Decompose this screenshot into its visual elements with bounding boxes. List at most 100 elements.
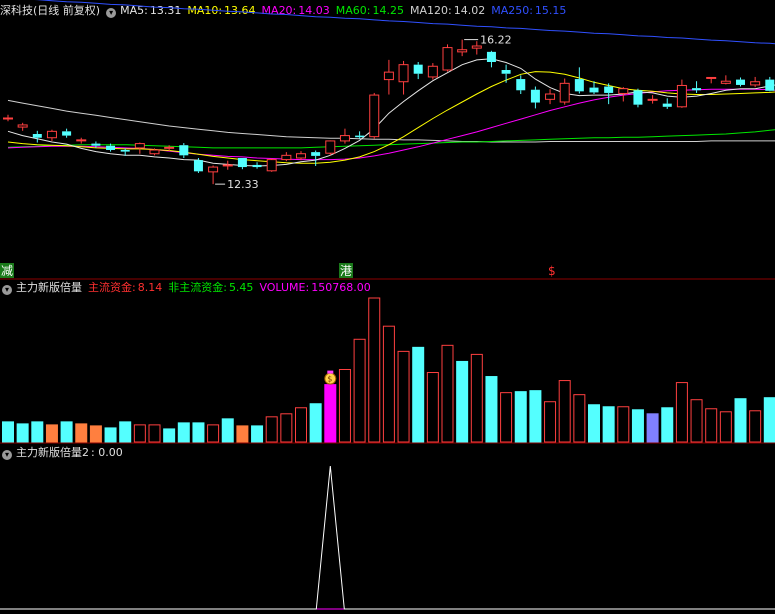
candle-body [339,135,350,142]
volume-bar [602,406,615,443]
candle-body [91,143,101,146]
candle-body [530,89,540,103]
candle-body [633,90,643,105]
candle-body [516,79,526,91]
volume-bar [544,401,557,443]
candle [736,77,745,87]
candle-body [3,117,13,120]
volume-bar [456,360,469,443]
candle-body [237,158,247,168]
volume-bar [324,384,337,443]
candle-body [706,76,717,79]
candle-body [574,79,584,92]
volume-bar [441,344,454,443]
candle [545,89,556,105]
volume-bar [221,418,234,443]
volume-bar [338,368,351,443]
candle [222,160,233,170]
candle-body [46,130,57,139]
candle [296,151,306,161]
volume-bar [2,421,14,443]
volume-bar [529,390,542,443]
volume-bar [470,353,483,443]
candle-body [676,84,687,108]
candle-body [17,124,28,128]
volume-bar [177,422,190,443]
volume-bar [75,423,88,443]
candle-body [662,103,672,107]
event-marker: 港 [339,263,353,278]
volume-bar [60,421,73,443]
candle [237,158,247,170]
candle-body [193,160,203,172]
candle [559,78,570,105]
candle [647,95,658,104]
candle [383,59,394,95]
candle [750,76,761,88]
candle-body [106,145,116,150]
volume-bar [236,425,249,443]
candle-body [32,134,42,138]
candle-body [647,98,658,101]
candle [501,64,511,83]
candle-body [281,154,292,161]
candle [3,114,13,122]
candle-body [750,81,761,86]
candle-body [62,131,72,136]
candle [76,137,87,144]
volume-bar [368,297,381,443]
candle [457,39,468,57]
volume-bar [705,408,718,443]
candle-body [736,79,745,85]
candle-body [765,79,775,91]
candle-body [692,88,702,91]
volume-bar [588,404,600,443]
candle-body [457,49,468,53]
volume-bar [675,382,688,443]
chart-canvas[interactable]: 16.22 12.33 减 港 $ $ [0,0,775,614]
candle-body [222,164,233,167]
candle-body [501,70,511,74]
volume-bar [514,391,527,443]
volume-bar [558,380,571,443]
candle [720,75,731,85]
volume-bar [749,410,762,443]
candle-body [120,150,130,152]
candle [530,86,540,109]
volume-bar [397,350,410,443]
candle [574,67,584,94]
candle-body [720,80,731,84]
volume-bar [719,411,732,443]
candle [442,44,453,72]
money-bag-symbol: $ [327,375,332,384]
volume-bar [485,376,498,443]
volume-bar [16,423,29,443]
candle [427,63,438,80]
candle [398,60,409,95]
candle-body [325,140,336,154]
candle [516,75,526,94]
volume-bar [426,372,439,443]
event-marker-text: 减 [1,264,13,278]
candle-body [383,71,394,81]
ma250-line [34,0,775,45]
volume-bar [192,422,205,443]
volume-bar [646,413,659,443]
candle-body [618,88,629,94]
candle-body [296,153,306,159]
candle [32,130,42,143]
ma120-line [7,99,775,143]
volume-bar [31,421,44,443]
candle-body [442,47,453,71]
candle [676,79,687,108]
candle [208,165,219,185]
candle [413,62,423,80]
candle-body [266,159,277,172]
candle [46,129,57,141]
event-marker: 减 [0,263,14,278]
ma60-line [7,129,775,149]
volume-bar [163,428,176,443]
signal-line [0,465,775,610]
volume-bar [734,398,747,443]
volume-bar [661,407,674,443]
